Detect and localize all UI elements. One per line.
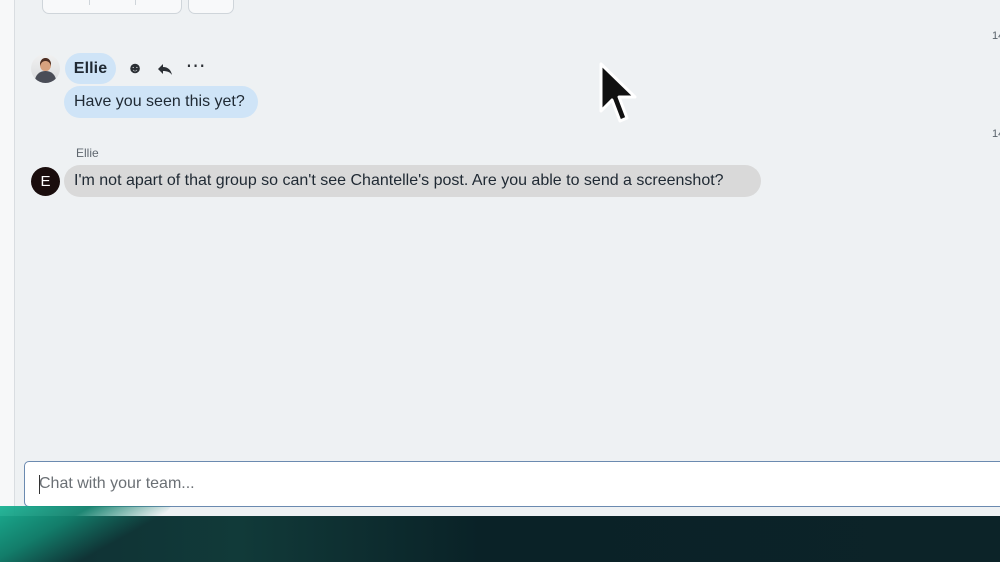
left-rail [0,0,15,516]
smile-icon[interactable]: ☻ [126,60,144,78]
avatar-head-shape [40,58,51,71]
sender-name-badge[interactable]: Ellie [65,53,116,84]
message-sender-label: Ellie [76,146,99,160]
team-chat-window: 14 Ellie ☻ ⋯ Have you seen this yet? 14 … [0,0,1000,516]
message-time-marker: 14 [992,128,1000,140]
ellie-initial-avatar[interactable]: E [31,167,60,196]
chat-input[interactable] [25,462,1000,506]
screen-stage: 14 Ellie ☻ ⋯ Have you seen this yet? 14 … [0,0,1000,562]
reply-arrow-icon [158,64,172,75]
message-time-marker: 14 [992,30,1000,42]
top-toolbar-fragment [42,0,182,14]
toolbar-divider [135,0,136,5]
toolbar-divider [89,0,90,5]
mouse-pointer-icon [599,62,637,123]
top-pill-fragment [188,0,234,14]
reply-icon[interactable] [156,60,174,78]
message-bubble-own: Have you seen this yet? [64,86,258,118]
ellie-avatar-photo[interactable] [31,54,60,83]
avatar-body-shape [35,71,56,83]
text-caret [39,475,40,494]
chat-composer[interactable] [24,461,1000,507]
message-bubble-received: I'm not apart of that group so can't see… [64,165,761,197]
more-options-icon[interactable]: ⋯ [186,56,206,76]
